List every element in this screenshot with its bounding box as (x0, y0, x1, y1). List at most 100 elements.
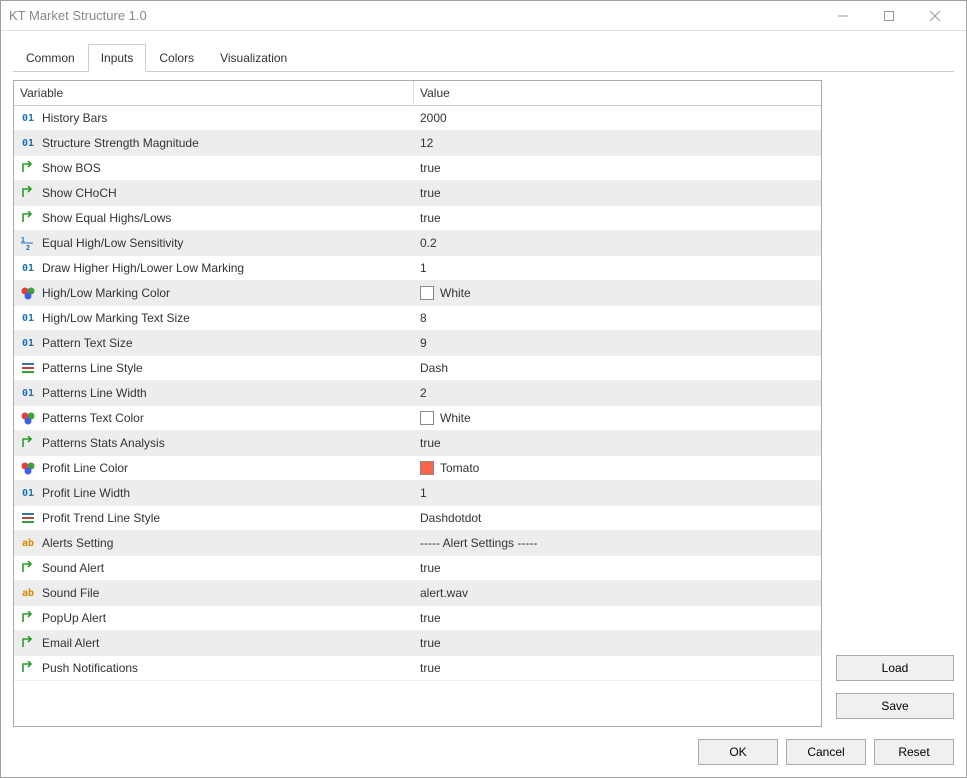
table-row[interactable]: High/Low Marking Color White (14, 281, 821, 306)
cancel-button[interactable]: Cancel (786, 739, 866, 765)
value-cell[interactable]: White (414, 407, 821, 429)
value-cell[interactable]: true (414, 657, 821, 679)
variable-label: Profit Line Color (42, 461, 128, 475)
header-value[interactable]: Value (414, 81, 821, 105)
header-variable[interactable]: Variable (14, 81, 414, 105)
variable-label: High/Low Marking Color (42, 286, 170, 300)
table-row[interactable]: 01High/Low Marking Text Size 8 (14, 306, 821, 331)
value-text: Dashdotdot (420, 511, 481, 525)
table-row[interactable]: Show BOStrue (14, 156, 821, 181)
variable-cell: PopUp Alert (14, 606, 414, 630)
table-row[interactable]: 01Draw Higher High/Lower Low Marking1 (14, 256, 821, 281)
table-row[interactable]: Patterns Stats Analysistrue (14, 431, 821, 456)
arrow-icon (20, 610, 36, 626)
table-row[interactable]: PopUp Alert true (14, 606, 821, 631)
value-cell[interactable]: true (414, 607, 821, 629)
tab-common[interactable]: Common (13, 44, 88, 72)
table-row[interactable]: Profit Line Color Tomato (14, 456, 821, 481)
variable-label: Patterns Line Style (42, 361, 143, 375)
table-row[interactable]: Profit Trend Line Style Dashdotdot (14, 506, 821, 531)
value-cell[interactable]: true (414, 557, 821, 579)
value-cell[interactable]: true (414, 432, 821, 454)
value-cell[interactable]: true (414, 632, 821, 654)
ok-button[interactable]: OK (698, 739, 778, 765)
value-cell[interactable]: 12 (414, 132, 821, 154)
variable-label: Email Alert (42, 636, 99, 650)
variable-cell: High/Low Marking Color (14, 281, 414, 305)
tab-colors[interactable]: Colors (146, 44, 207, 72)
table-row[interactable]: abAlerts Setting----- Alert Settings ---… (14, 531, 821, 556)
table-row[interactable]: 01History Bars2000 (14, 106, 821, 131)
variable-cell: 01High/Low Marking Text Size (14, 306, 414, 330)
value-text: true (420, 611, 441, 625)
table-header: Variable Value (14, 81, 821, 106)
side-buttons: Load Save (836, 80, 954, 727)
variable-label: Pattern Text Size (42, 336, 133, 350)
value-cell[interactable]: true (414, 157, 821, 179)
value-cell[interactable]: true (414, 207, 821, 229)
variable-cell: 01Pattern Text Size (14, 331, 414, 355)
close-button[interactable] (912, 2, 958, 30)
table-row[interactable]: Patterns Text ColorWhite (14, 406, 821, 431)
tab-inputs[interactable]: Inputs (88, 44, 147, 72)
value-cell[interactable]: 0.2 (414, 232, 821, 254)
value-text: alert.wav (420, 586, 468, 600)
value-text: true (420, 211, 441, 225)
maximize-icon (884, 11, 894, 21)
value-cell[interactable]: 9 (414, 332, 821, 354)
value-cell[interactable]: Tomato (414, 457, 821, 479)
table-body: 01History Bars200001Structure Strength M… (14, 106, 821, 726)
table-row[interactable]: abSound Filealert.wav (14, 581, 821, 606)
table-row[interactable]: 01Pattern Text Size9 (14, 331, 821, 356)
linestyle-icon (20, 510, 36, 526)
variable-label: Show Equal Highs/Lows (42, 211, 171, 225)
tab-visualization[interactable]: Visualization (207, 44, 300, 72)
value-cell[interactable]: alert.wav (414, 582, 821, 604)
variable-label: Draw Higher High/Lower Low Marking (42, 261, 244, 275)
body-area: Common Inputs Colors Visualization Varia… (1, 31, 966, 727)
table-row[interactable]: Push Notificationstrue (14, 656, 821, 681)
table-row[interactable]: 01Patterns Line Width2 (14, 381, 821, 406)
value-cell[interactable]: Dashdotdot (414, 507, 821, 529)
value-cell[interactable]: ----- Alert Settings ----- (414, 532, 821, 554)
value-text: true (420, 436, 441, 450)
value-cell[interactable]: White (414, 282, 821, 304)
table-row[interactable]: 01Profit Line Width1 (14, 481, 821, 506)
maximize-button[interactable] (866, 2, 912, 30)
value-cell[interactable]: 8 (414, 307, 821, 329)
value-cell[interactable]: 1 (414, 257, 821, 279)
value-cell[interactable]: Dash (414, 357, 821, 379)
integer-icon: 01 (20, 135, 36, 151)
table-row[interactable]: Show Equal Highs/Lows true (14, 206, 821, 231)
value-text: 2000 (420, 111, 447, 125)
table-row[interactable]: 12Equal High/Low Sensitivity0.2 (14, 231, 821, 256)
color-swatch (420, 411, 434, 425)
integer-icon: 01 (20, 485, 36, 501)
arrow-icon (20, 435, 36, 451)
variable-cell: Show BOS (14, 156, 414, 180)
table-row[interactable]: Sound Alerttrue (14, 556, 821, 581)
arrow-icon (20, 660, 36, 676)
color-icon (20, 285, 36, 301)
arrow-icon (20, 210, 36, 226)
variable-cell: 01Profit Line Width (14, 481, 414, 505)
load-button[interactable]: Load (836, 655, 954, 681)
table-row[interactable]: Email Alert true (14, 631, 821, 656)
value-cell[interactable]: 2 (414, 382, 821, 404)
value-text: 8 (420, 311, 427, 325)
minimize-button[interactable] (820, 2, 866, 30)
table-row[interactable]: Show CHoCHtrue (14, 181, 821, 206)
value-cell[interactable]: 1 (414, 482, 821, 504)
value-text: 12 (420, 136, 433, 150)
value-text: 1 (420, 261, 427, 275)
value-cell[interactable]: 2000 (414, 107, 821, 129)
integer-icon: 01 (20, 385, 36, 401)
value-cell[interactable]: true (414, 182, 821, 204)
reset-button[interactable]: Reset (874, 739, 954, 765)
variable-cell: Profit Trend Line Style (14, 506, 414, 530)
table-row[interactable]: 01Structure Strength Magnitude12 (14, 131, 821, 156)
variable-cell: 01Patterns Line Width (14, 381, 414, 405)
table-row[interactable]: Patterns Line Style Dash (14, 356, 821, 381)
footer: OK Cancel Reset (1, 727, 966, 777)
save-button[interactable]: Save (836, 693, 954, 719)
